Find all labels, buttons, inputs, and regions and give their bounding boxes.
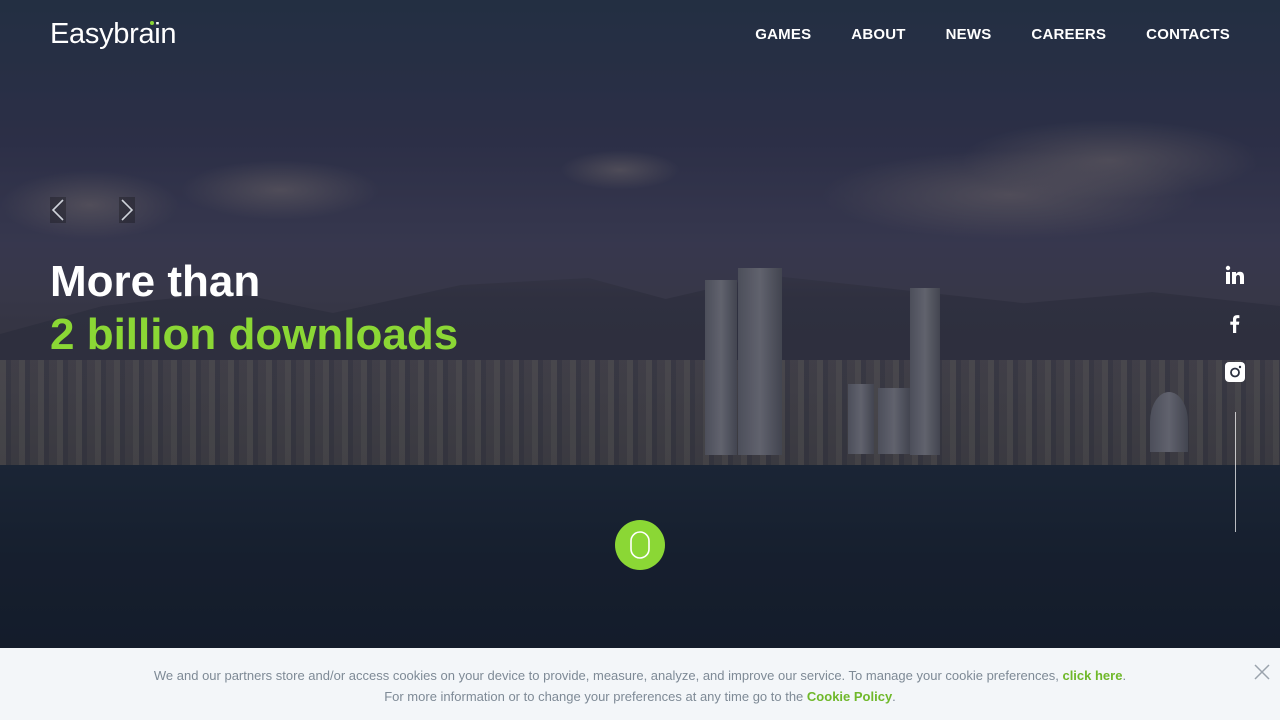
cookie-preferences-link[interactable]: click here [1062, 668, 1122, 683]
nav-item-contacts[interactable]: CONTACTS [1146, 26, 1230, 43]
hero-line-1: More than [50, 257, 261, 306]
slider-prev-button[interactable] [50, 197, 66, 223]
nav-item-about[interactable]: ABOUT [851, 26, 905, 43]
instagram-icon [1225, 362, 1245, 382]
slider-next-button[interactable] [119, 197, 135, 223]
cookie-policy-link[interactable]: Cookie Policy [807, 689, 892, 704]
scroll-down-button[interactable] [615, 520, 665, 570]
facebook-link[interactable] [1225, 313, 1245, 333]
cookie-line-1: We and our partners store and/or access … [0, 665, 1280, 686]
mouse-scroll-icon [630, 531, 650, 559]
cookie-banner: We and our partners store and/or access … [0, 648, 1280, 720]
nav-item-games[interactable]: GAMES [755, 26, 811, 43]
chevron-right-icon [121, 199, 134, 221]
linkedin-link[interactable] [1225, 265, 1245, 285]
nav-item-careers[interactable]: CAREERS [1031, 26, 1106, 43]
facebook-icon [1230, 315, 1240, 333]
chevron-left-icon [51, 199, 64, 221]
cookie-line-1-end: . [1122, 668, 1127, 683]
hero-headline: More than 2 billion downloads [50, 258, 458, 364]
cookie-line-2-end: . [892, 689, 896, 704]
cookie-text-1: We and our partners store and/or access … [153, 668, 1059, 683]
close-icon[interactable] [1254, 664, 1270, 680]
hero-line-2: 2 billion downloads [50, 310, 459, 359]
linkedin-icon [1225, 265, 1244, 284]
logo-text: Easybrain [50, 18, 177, 50]
main-nav: GAMES ABOUT NEWS CAREERS CONTACTS [755, 26, 1230, 43]
cookie-text-2: For more information or to change your p… [384, 689, 804, 704]
nav-item-news[interactable]: NEWS [946, 26, 992, 43]
logo[interactable]: Easybrain [50, 18, 177, 51]
logo-dot [150, 21, 154, 25]
social-divider-line [1235, 412, 1236, 532]
instagram-link[interactable] [1225, 362, 1245, 382]
cookie-line-2: For more information or to change your p… [0, 686, 1280, 707]
